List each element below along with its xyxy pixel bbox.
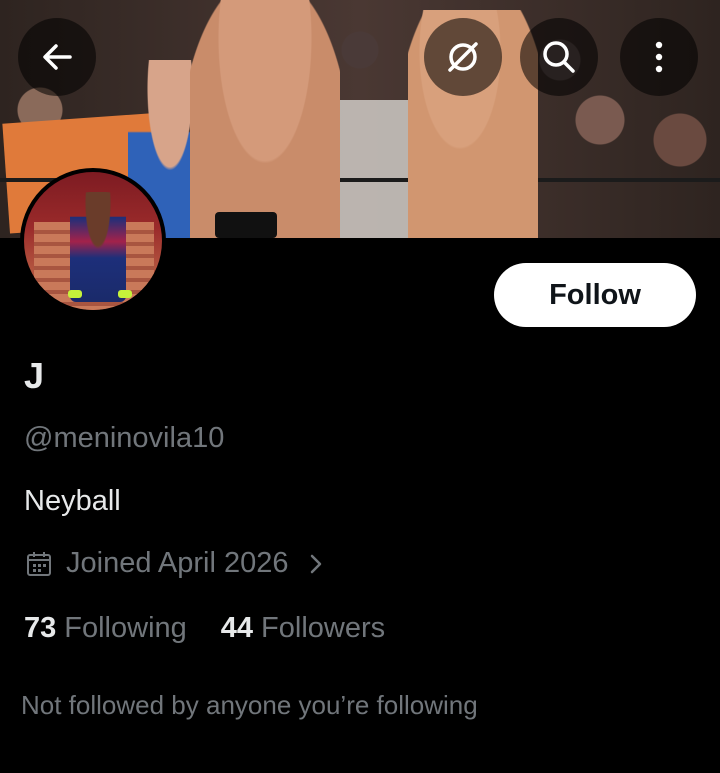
back-arrow-icon [43, 44, 72, 70]
banner-armband [215, 212, 277, 238]
calendar-icon [27, 551, 51, 576]
display-name: J [24, 355, 45, 396]
following-count: 73 [24, 612, 57, 644]
follow-button[interactable]: Follow [494, 263, 696, 327]
more-vertical-icon [655, 41, 663, 73]
chevron-right-icon [310, 554, 321, 573]
followers-count: 44 [220, 612, 254, 644]
grok-icon [448, 42, 478, 72]
following-label: Following [64, 612, 187, 644]
following-stat[interactable]: 73 Following [24, 612, 187, 645]
user-bio: Neyball [24, 485, 121, 517]
avatar-person [70, 192, 126, 302]
avatar[interactable] [20, 168, 166, 314]
back-button[interactable] [18, 18, 96, 96]
avatar-shoe-right [118, 290, 132, 298]
banner-wrestler-left [190, 0, 340, 238]
grok-button[interactable] [424, 18, 502, 96]
not-followed-text: Not followed by anyone you’re following [21, 690, 478, 720]
search-button[interactable] [520, 18, 598, 96]
more-button[interactable] [620, 18, 698, 96]
search-icon [543, 41, 575, 73]
followers-label: Followers [261, 612, 386, 644]
joined-date-row[interactable]: Joined April 2026 [24, 547, 331, 580]
followers-stat[interactable]: 44 Followers [221, 612, 385, 645]
joined-date: Joined April 2026 [66, 547, 289, 579]
follow-stats: 73 Following 44 Followers [24, 612, 385, 645]
user-handle: @meninovila10 [24, 422, 225, 454]
avatar-shoe-left [68, 290, 82, 298]
